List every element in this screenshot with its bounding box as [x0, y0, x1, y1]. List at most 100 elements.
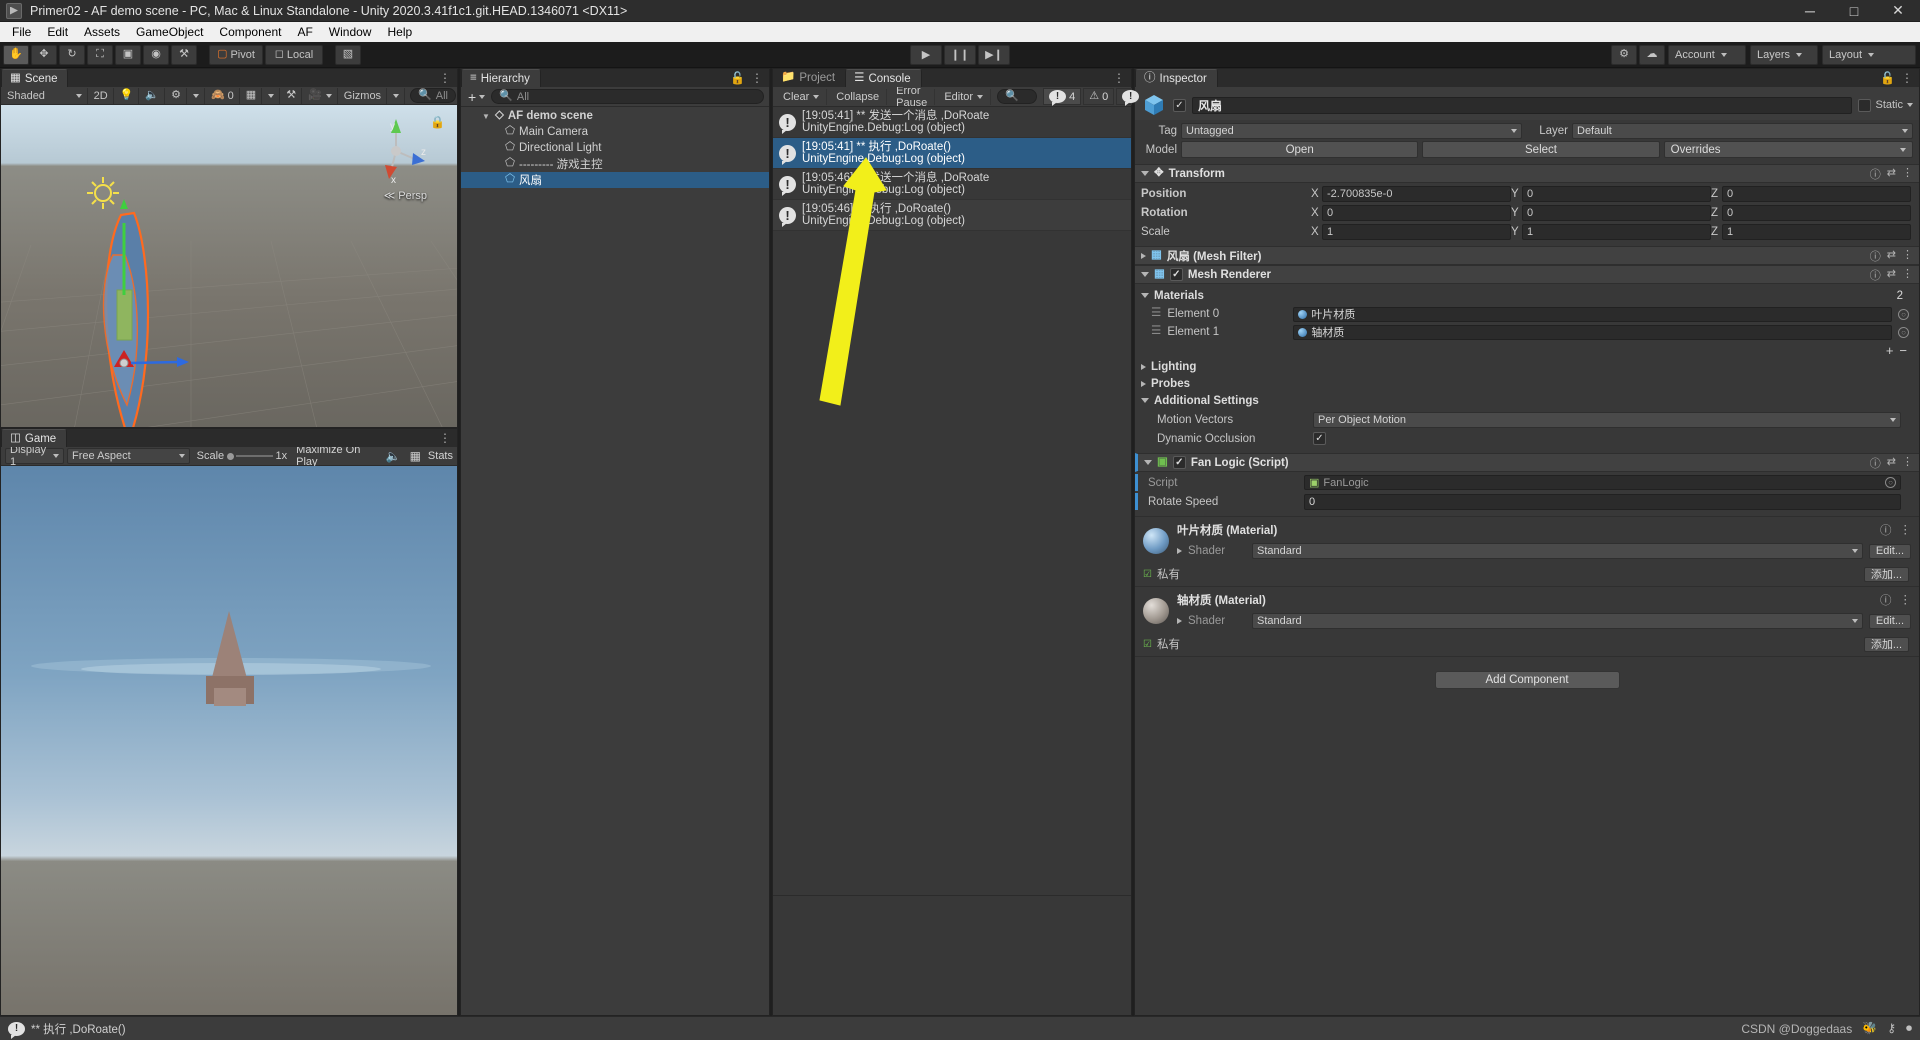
- layout-dropdown[interactable]: Layout: [1822, 44, 1916, 65]
- console-menu-icon[interactable]: ⋮: [1113, 71, 1125, 85]
- tab-scene[interactable]: ▦ Scene: [1, 69, 69, 87]
- chevron-right-icon[interactable]: [1177, 548, 1182, 554]
- help-icon[interactable]: ⓘ: [1870, 455, 1881, 471]
- fan-logic-header[interactable]: ▣ ✓ Fan Logic (Script) ⓘ ⇄ ⋮: [1135, 453, 1919, 472]
- position-z-field[interactable]: 0: [1722, 185, 1911, 202]
- scene-gizmos-dropdown[interactable]: Gizmos: [338, 87, 388, 104]
- game-aspect-dropdown[interactable]: Free Aspect: [67, 448, 190, 464]
- tag-dropdown[interactable]: Untagged: [1181, 122, 1522, 139]
- cloud-button[interactable]: ☁: [1639, 44, 1665, 65]
- object-picker-icon[interactable]: ○: [1898, 308, 1909, 320]
- kebab-icon[interactable]: ⋮: [1900, 592, 1912, 608]
- help-icon[interactable]: ⓘ: [1870, 248, 1881, 264]
- chevron-right-icon[interactable]: [1141, 380, 1146, 387]
- console-error-pause-button[interactable]: Error Pause: [889, 85, 936, 109]
- scale-y-field[interactable]: 1: [1522, 223, 1711, 240]
- scene-camera-button[interactable]: 🎥: [303, 87, 338, 104]
- hierarchy-add-button[interactable]: +: [466, 89, 487, 105]
- select-button[interactable]: Select: [1422, 141, 1660, 158]
- local-toggle-button[interactable]: ◻ Local: [265, 44, 323, 65]
- position-x-field[interactable]: -2.700835e-0: [1322, 185, 1511, 202]
- shader-dropdown[interactable]: Standard: [1252, 613, 1863, 629]
- kebab-icon[interactable]: ⋮: [1902, 455, 1913, 471]
- game-stats-toggle[interactable]: Stats: [428, 450, 453, 462]
- preset-icon[interactable]: ⇄: [1887, 267, 1896, 283]
- mesh-renderer-header[interactable]: ▦ ✓ Mesh Renderer ⓘ ⇄ ⋮: [1135, 265, 1919, 284]
- lock-icon[interactable]: 🔓: [1880, 72, 1895, 84]
- preset-icon[interactable]: ⇄: [1887, 455, 1896, 471]
- tab-project[interactable]: 📁 Project: [773, 69, 846, 87]
- material-add-button[interactable]: 添加...: [1863, 636, 1909, 652]
- object-picker-icon[interactable]: ○: [1898, 326, 1909, 338]
- rotation-x-field[interactable]: 0: [1322, 204, 1511, 221]
- game-scale-slider[interactable]: [227, 452, 273, 460]
- shield-icon[interactable]: ⚷: [1887, 1021, 1896, 1036]
- menu-window[interactable]: Window: [321, 22, 380, 42]
- tab-console[interactable]: ☰ Console: [845, 69, 922, 87]
- chevron-down-icon[interactable]: [1141, 398, 1149, 403]
- chevron-right-icon[interactable]: [1177, 618, 1182, 624]
- scene-hidden-objects[interactable]: 🙈 0: [205, 87, 240, 104]
- rotation-y-field[interactable]: 0: [1522, 204, 1711, 221]
- menu-gameobject[interactable]: GameObject: [128, 22, 211, 42]
- inspector-menu-icon[interactable]: ⋮: [1901, 71, 1913, 85]
- object-name-field[interactable]: 风扇: [1192, 96, 1853, 114]
- console-message-row[interactable]: ! [19:05:46] ** 执行 ,DoRoate() UnityEngin…: [773, 200, 1131, 231]
- scene-audio-toggle[interactable]: 🔈: [140, 87, 166, 104]
- chevron-down-icon[interactable]: [1141, 171, 1149, 176]
- close-button[interactable]: ✕: [1876, 0, 1920, 21]
- help-icon[interactable]: ⓘ: [1870, 267, 1881, 283]
- hand-tool-button[interactable]: ✋: [3, 44, 29, 65]
- console-search-input[interactable]: 🔍: [997, 89, 1038, 104]
- scene-lock-icon[interactable]: 🔒: [430, 115, 445, 129]
- hierarchy-item-scene[interactable]: ▼ ◇ AF demo scene: [461, 108, 769, 124]
- static-toggle[interactable]: Static: [1858, 98, 1913, 112]
- fan-logic-checkbox[interactable]: ✓: [1172, 456, 1186, 469]
- move-tool-button[interactable]: ✥: [31, 44, 57, 65]
- remove-material-icon[interactable]: −: [1899, 343, 1907, 358]
- scene-grid-caret[interactable]: [263, 87, 281, 104]
- shader-edit-button[interactable]: Edit...: [1868, 543, 1911, 559]
- scale-z-field[interactable]: 1: [1722, 223, 1911, 240]
- game-menu-icon[interactable]: ⋮: [439, 431, 451, 445]
- material-element-field[interactable]: 叶片材质: [1293, 306, 1892, 322]
- menu-af[interactable]: AF: [289, 22, 320, 42]
- materials-count[interactable]: 2: [1897, 290, 1903, 302]
- console-clear-button[interactable]: Clear: [776, 88, 828, 105]
- dynamic-occlusion-checkbox[interactable]: ✓: [1313, 432, 1326, 445]
- scale-tool-button[interactable]: ⛶: [87, 44, 113, 65]
- kebab-icon[interactable]: ⋮: [1902, 248, 1913, 264]
- menu-edit[interactable]: Edit: [39, 22, 76, 42]
- hierarchy-item-main-camera[interactable]: ⬠ Main Camera: [461, 124, 769, 140]
- chevron-down-icon[interactable]: ▼: [481, 112, 491, 121]
- scene-tools-button[interactable]: ⚒: [281, 87, 303, 104]
- game-viewport[interactable]: [1, 466, 457, 1015]
- hierarchy-item-fan[interactable]: ⬠ 风扇: [461, 172, 769, 188]
- mesh-renderer-checkbox[interactable]: ✓: [1169, 268, 1183, 281]
- play-button[interactable]: ▶: [910, 44, 942, 65]
- pause-button[interactable]: ❙❙: [944, 44, 976, 65]
- scene-fx-dropdown[interactable]: ⚙: [166, 87, 187, 104]
- grid-snap-button[interactable]: ▧: [335, 44, 361, 65]
- scene-perspective-label[interactable]: ≪ Persp: [384, 189, 427, 202]
- scene-menu-icon[interactable]: ⋮: [439, 71, 451, 85]
- menu-file[interactable]: File: [4, 22, 39, 42]
- scene-viewport[interactable]: y z x 🔒 ≪ Persp: [1, 105, 457, 427]
- layer-dropdown[interactable]: Default: [1572, 122, 1913, 139]
- game-maximize-toggle[interactable]: Maximize On Play: [296, 444, 376, 468]
- console-log-count[interactable]: ! 4: [1043, 88, 1082, 106]
- scene-search-input[interactable]: 🔍 All: [410, 88, 456, 103]
- scene-lighting-toggle[interactable]: 💡: [114, 87, 140, 104]
- rotate-speed-field[interactable]: 0: [1304, 493, 1901, 510]
- transform-tool-button[interactable]: ◉: [143, 44, 169, 65]
- transform-component-header[interactable]: ✥ Transform ⓘ ⇄ ⋮: [1135, 164, 1919, 183]
- scene-gizmos-caret[interactable]: [388, 87, 406, 104]
- game-display-dropdown[interactable]: Display 1: [5, 444, 65, 468]
- material-element-field[interactable]: 轴材质: [1293, 324, 1892, 340]
- add-material-icon[interactable]: +: [1886, 343, 1894, 358]
- scale-x-field[interactable]: 1: [1322, 223, 1511, 240]
- add-component-button[interactable]: Add Component: [1434, 671, 1620, 689]
- menu-assets[interactable]: Assets: [76, 22, 128, 42]
- tab-game[interactable]: ◫ Game: [1, 429, 68, 447]
- preset-icon[interactable]: ⇄: [1887, 248, 1896, 264]
